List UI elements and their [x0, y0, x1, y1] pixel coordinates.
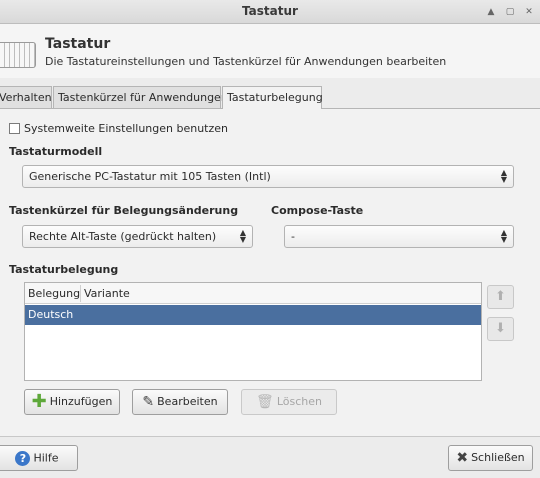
- edit-button[interactable]: ✎ Bearbeiten: [132, 389, 228, 415]
- trash-icon: 🗑: [256, 394, 274, 410]
- tab-panel: Systemweite Einstellungen benutzen Tasta…: [0, 108, 540, 436]
- close-icon: ✖: [456, 450, 469, 466]
- tab-verhalten[interactable]: Verhalten: [0, 86, 52, 108]
- help-button-label: Hilfe: [33, 451, 59, 465]
- dialog-title: Tastatur: [45, 36, 111, 52]
- layout-section-label: Tastaturbelegung: [9, 263, 119, 276]
- window-titlebar: Tastatur ▲ ▢ ✕: [0, 0, 540, 24]
- switch-shortcut-value: Rechte Alt-Taste (gedrückt halten): [29, 230, 217, 243]
- dialog-footer: ? Hilfe ✖ Schließen: [0, 436, 540, 478]
- systemwide-checkbox[interactable]: [9, 123, 20, 134]
- updown-arrows-icon: ▲ ▼: [500, 168, 507, 184]
- add-button[interactable]: ✚ Hinzufügen: [24, 389, 120, 415]
- model-section-label: Tastaturmodell: [9, 145, 103, 158]
- updown-arrows-icon: ▲ ▼: [239, 228, 246, 244]
- table-row[interactable]: Deutsch: [25, 305, 481, 325]
- systemwide-label[interactable]: Systemweite Einstellungen benutzen: [24, 122, 228, 135]
- plus-icon: ✚: [31, 391, 47, 412]
- layout-list-header: Belegung Variante: [25, 283, 481, 304]
- arrow-down-icon: ⬇: [495, 321, 506, 336]
- tab-tastenkuerzel[interactable]: Tastenkürzel für Anwendungen: [53, 86, 228, 108]
- keyboard-model-select[interactable]: Generische PC-Tastatur mit 105 Tasten (I…: [22, 165, 514, 188]
- pen-icon: ✎: [142, 394, 155, 410]
- help-icon: ?: [15, 451, 31, 466]
- switch-shortcut-select[interactable]: Rechte Alt-Taste (gedrückt halten) ▲ ▼: [22, 225, 253, 248]
- edit-button-label: Bearbeiten: [157, 395, 218, 408]
- keyboard-model-value: Generische PC-Tastatur mit 105 Tasten (I…: [29, 170, 271, 183]
- close-button-label: Schließen: [471, 451, 525, 464]
- minimize-icon[interactable]: ▲: [484, 5, 498, 19]
- move-up-button[interactable]: ⬆: [487, 285, 514, 309]
- compose-key-label: Compose-Taste: [271, 204, 364, 217]
- column-separator: [80, 285, 81, 302]
- layout-cell: Deutsch: [28, 308, 74, 321]
- column-header-belegung[interactable]: Belegung: [28, 287, 80, 300]
- delete-button-label: Löschen: [276, 395, 322, 408]
- updown-arrows-icon: ▲ ▼: [500, 228, 507, 244]
- window-title: Tastatur: [242, 4, 298, 18]
- dialog-header: Tastatur Die Tastatureinstellungen und T…: [0, 24, 540, 78]
- switch-shortcut-label: Tastenkürzel für Belegungsänderung: [9, 204, 239, 217]
- tab-tastaturbelegung[interactable]: Tastaturbelegung: [222, 86, 323, 109]
- close-window-icon[interactable]: ✕: [522, 5, 536, 19]
- dialog-subtitle: Die Tastatureinstellungen und Tastenkürz…: [45, 55, 447, 68]
- delete-button[interactable]: 🗑 Löschen: [241, 389, 337, 415]
- arrow-up-icon: ⬆: [495, 289, 506, 304]
- layout-list[interactable]: Belegung Variante Deutsch: [24, 282, 482, 381]
- column-header-variante[interactable]: Variante: [84, 287, 130, 300]
- compose-key-value: -: [291, 230, 295, 243]
- add-button-label: Hinzufügen: [49, 395, 113, 408]
- maximize-icon[interactable]: ▢: [503, 5, 517, 19]
- compose-key-select[interactable]: - ▲ ▼: [284, 225, 514, 248]
- close-button[interactable]: ✖ Schließen: [448, 445, 533, 471]
- help-button[interactable]: ? Hilfe: [0, 445, 78, 471]
- move-down-button[interactable]: ⬇: [487, 317, 514, 341]
- keyboard-icon: [0, 42, 36, 68]
